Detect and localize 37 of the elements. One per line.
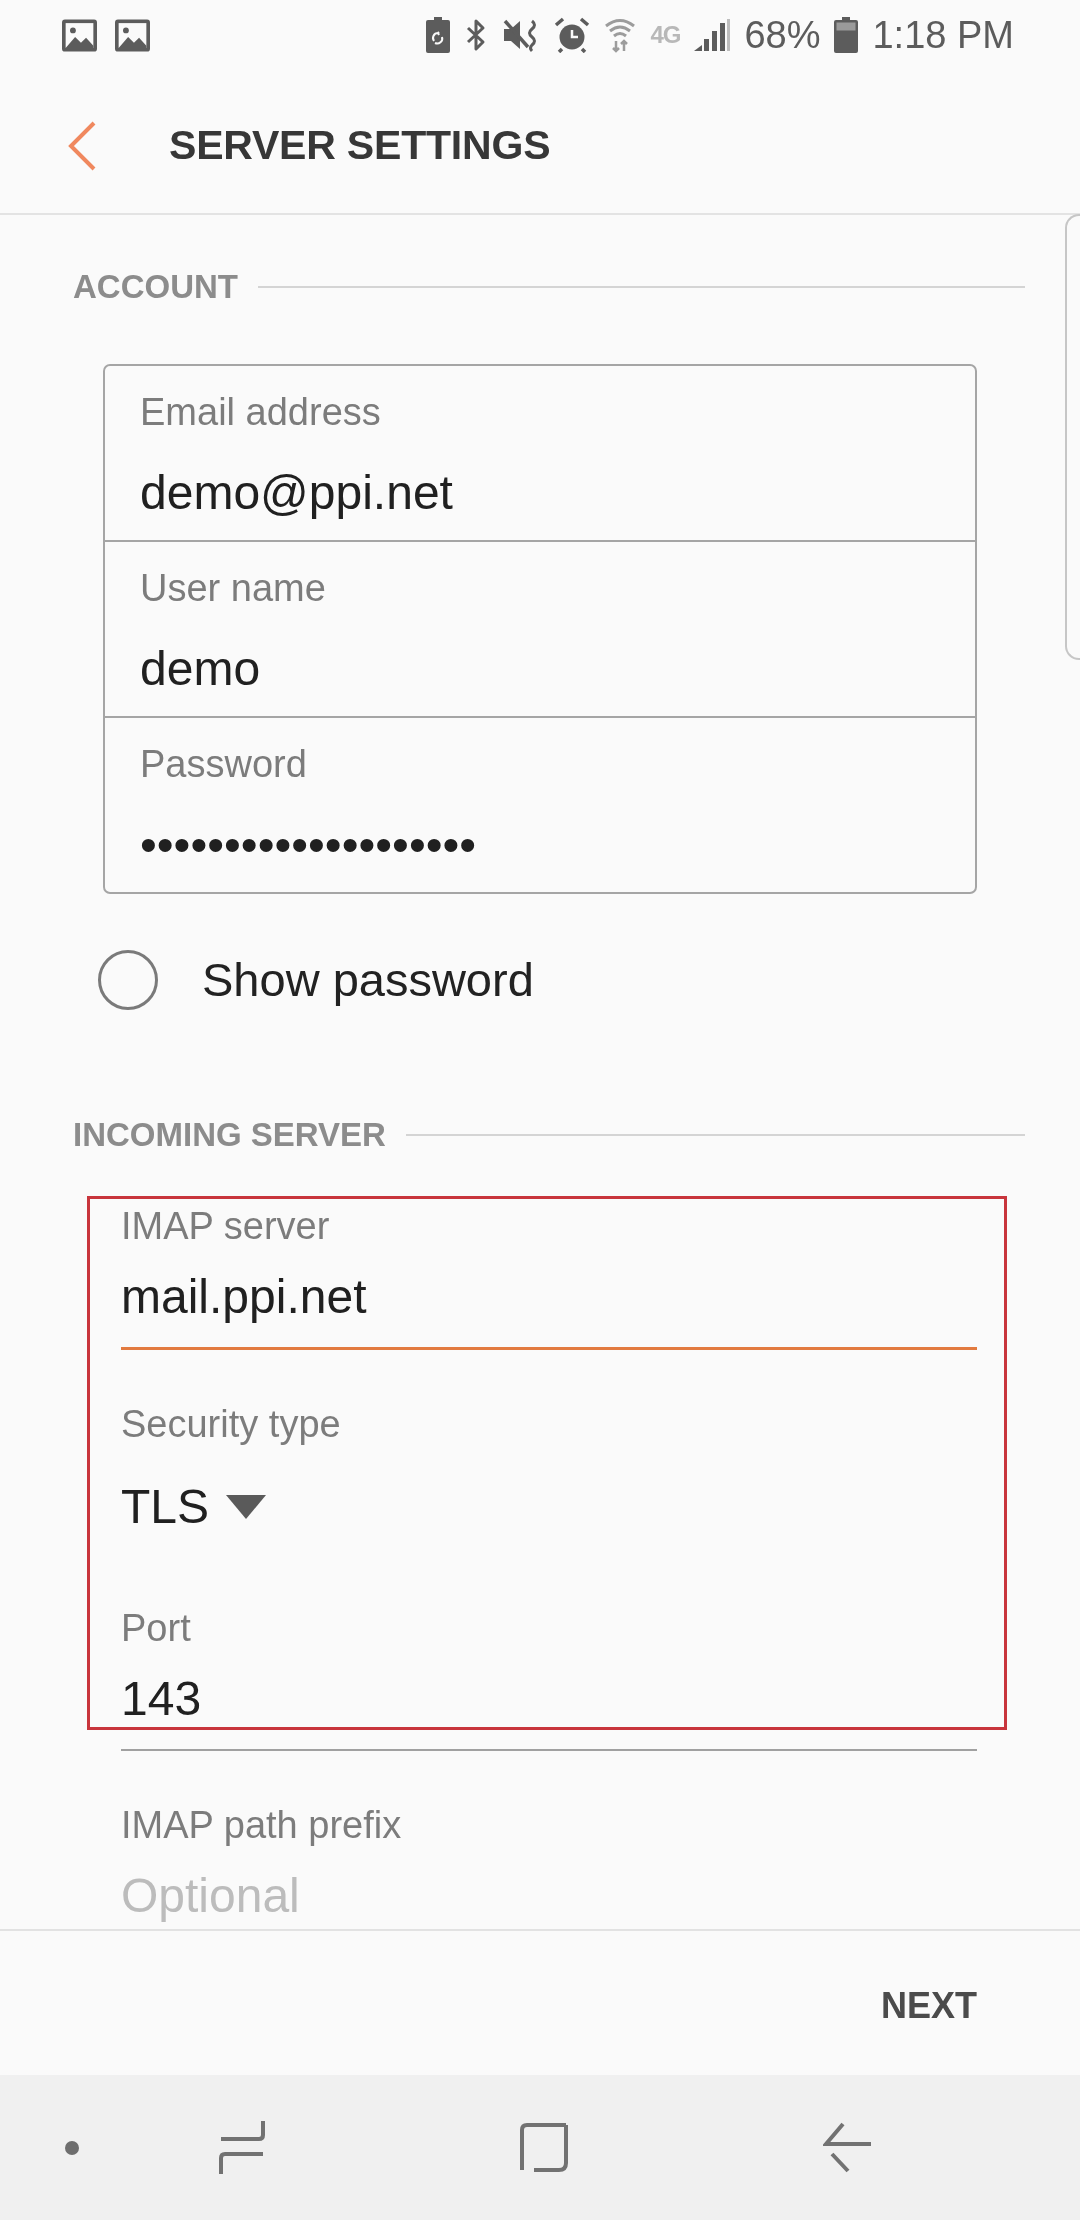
field-label: IMAP server bbox=[121, 1204, 330, 1248]
back-icon[interactable] bbox=[823, 2122, 871, 2173]
battery-percent: 68% bbox=[744, 13, 821, 57]
alarm-icon bbox=[554, 17, 591, 53]
back-icon[interactable] bbox=[67, 120, 97, 171]
recents-icon[interactable] bbox=[219, 2121, 265, 2174]
page-title: SERVER SETTINGS bbox=[169, 122, 551, 169]
security-dropdown[interactable]: TLS bbox=[121, 1481, 267, 1533]
next-button[interactable]: NEXT bbox=[881, 1984, 977, 2028]
battery-icon bbox=[834, 17, 859, 53]
input-field[interactable]: 143 bbox=[121, 1673, 977, 1751]
section-title: INCOMING SERVER bbox=[73, 1115, 386, 1155]
dot-icon[interactable] bbox=[65, 2140, 79, 2155]
clock-time: 1:18 PM bbox=[872, 13, 1014, 57]
signal-icon bbox=[694, 19, 731, 51]
home-icon[interactable] bbox=[520, 2123, 568, 2172]
field-label: Password bbox=[140, 742, 307, 786]
input-field[interactable]: •••••••••••••••••••• bbox=[140, 819, 940, 871]
field-label: User name bbox=[140, 566, 326, 610]
image-icon bbox=[115, 18, 150, 52]
input-field[interactable]: demo@ppi.net bbox=[140, 467, 940, 519]
input-field[interactable]: demo bbox=[140, 643, 940, 695]
field-label: IMAP path prefix bbox=[121, 1803, 402, 1847]
battery-saver-icon bbox=[426, 17, 451, 53]
network-type-label: 4G bbox=[650, 20, 681, 50]
input-field[interactable]: mail.ppi.net bbox=[121, 1271, 977, 1350]
section-title: ACCOUNT bbox=[73, 267, 238, 307]
input-field[interactable]: Optional bbox=[121, 1870, 977, 1929]
wifi-icon bbox=[604, 17, 637, 53]
field-label: Security type bbox=[121, 1402, 341, 1446]
image-icon bbox=[62, 18, 97, 52]
caret-icon bbox=[226, 1495, 267, 1519]
edge-panel-handle[interactable] bbox=[1065, 214, 1080, 660]
field-label: Email address bbox=[140, 390, 381, 434]
option-label[interactable]: Show password bbox=[202, 952, 534, 1008]
radio-button[interactable] bbox=[98, 950, 158, 1010]
field-label: Port bbox=[121, 1606, 191, 1650]
